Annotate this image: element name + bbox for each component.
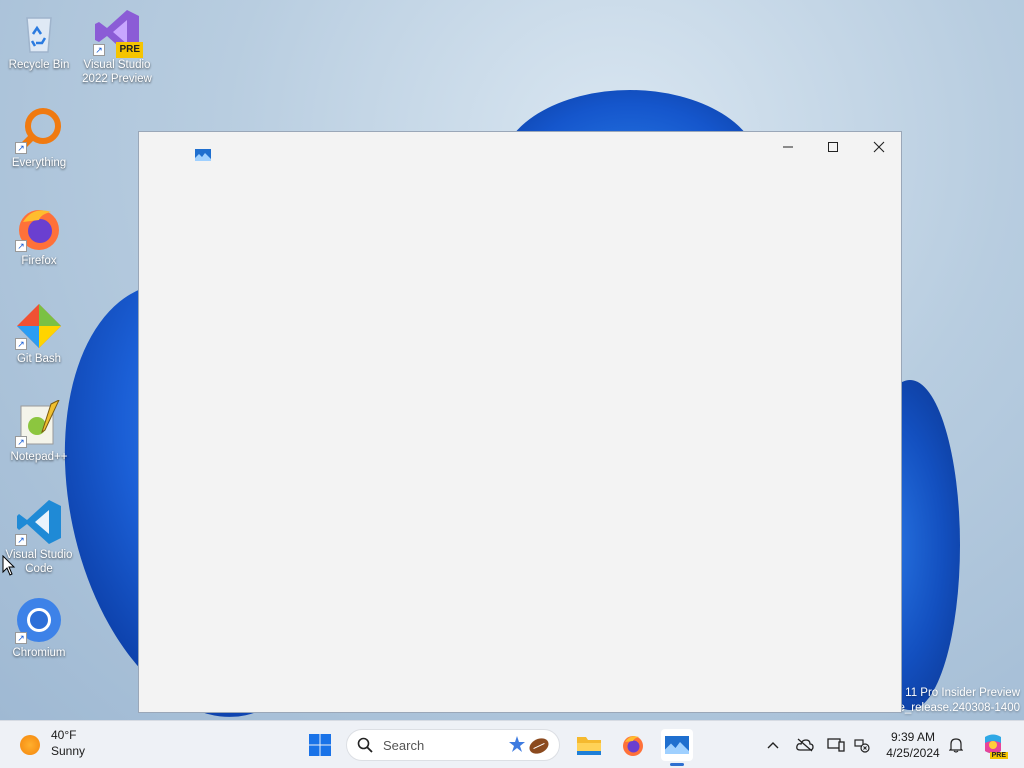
- clock-date: 4/25/2024: [886, 746, 940, 760]
- os-watermark: 11 Pro Insider Preview e_release.240308-…: [899, 686, 1021, 716]
- onedrive-icon: [796, 738, 814, 752]
- desktop-icon-everything[interactable]: ↗ Everything: [1, 106, 77, 170]
- start-button[interactable]: [304, 729, 336, 761]
- preview-badge: PRE: [116, 42, 143, 58]
- chromium-icon: ↗: [15, 596, 63, 644]
- notifications-button[interactable]: [946, 735, 966, 755]
- minimize-icon: [783, 146, 793, 148]
- shortcut-arrow-icon: ↗: [15, 338, 27, 350]
- chevron-up-icon: [767, 742, 779, 749]
- desktop-icon-label: Firefox: [21, 255, 57, 267]
- visual-studio-icon: PRE ↗: [93, 8, 143, 58]
- search-placeholder: Search: [383, 737, 425, 753]
- search-highlight-icon: [509, 736, 549, 754]
- taskbar-active-app[interactable]: [661, 729, 693, 761]
- sun-icon: [20, 735, 40, 755]
- recycle-bin-icon: [15, 8, 63, 56]
- vscode-icon: ↗: [15, 498, 63, 546]
- weather-widget[interactable]: 40°F Sunny: [20, 727, 85, 759]
- everything-search-icon: ↗: [15, 106, 63, 154]
- desktop-icon-label: Recycle Bin: [8, 59, 70, 71]
- desktop-icon-label: Everything: [11, 157, 67, 169]
- app-window[interactable]: [138, 131, 902, 713]
- weather-temperature: 40°F: [51, 728, 77, 742]
- firefox-icon: [623, 736, 643, 756]
- active-app-indicator: [670, 763, 684, 766]
- weather-condition: Sunny: [51, 744, 86, 758]
- desktop-icon-label: Visual Studio 2022 Preview: [82, 59, 152, 85]
- taskbar-clock[interactable]: 9:39 AM 4/25/2024: [880, 729, 946, 761]
- minimize-button[interactable]: [766, 133, 810, 161]
- git-bash-icon: ↗: [15, 302, 63, 350]
- close-icon: [873, 141, 885, 153]
- file-explorer-icon: [577, 737, 601, 755]
- shortcut-arrow-icon: ↗: [15, 240, 27, 252]
- mouse-cursor-icon: [2, 555, 16, 576]
- shortcut-arrow-icon: ↗: [15, 632, 27, 644]
- maximize-icon: [828, 142, 838, 152]
- firefox-icon: ↗: [15, 204, 63, 252]
- start-icon: [309, 734, 331, 756]
- desktop-icon-label: Chromium: [12, 647, 66, 659]
- search-icon: [357, 737, 373, 753]
- watermark-line-1: 11 Pro Insider Preview: [905, 687, 1020, 699]
- maximize-button[interactable]: [811, 133, 855, 161]
- close-button[interactable]: [857, 133, 901, 161]
- copilot-preview-badge: PRE: [989, 752, 1008, 759]
- image-app-icon: [665, 736, 689, 754]
- network-icon: [854, 739, 870, 753]
- network-tray[interactable]: [852, 735, 872, 755]
- display-tray[interactable]: [826, 735, 846, 755]
- clock-time: 9:39 AM: [890, 730, 936, 744]
- app-image-icon: [195, 149, 211, 161]
- notepad-plus-plus-icon: ↗: [15, 400, 63, 448]
- desktop-icon-label: Git Bash: [16, 353, 62, 365]
- taskbar-firefox[interactable]: [617, 729, 649, 761]
- desktop-icon-label: Notepad++: [10, 451, 68, 463]
- shortcut-arrow-icon: ↗: [93, 44, 105, 56]
- copilot-button[interactable]: PRE: [980, 732, 1008, 759]
- desktop-icon-notepad-plus-plus[interactable]: ↗ Notepad++: [1, 400, 77, 464]
- shortcut-arrow-icon: ↗: [15, 142, 27, 154]
- show-hidden-icons-button[interactable]: [763, 735, 783, 755]
- watermark-line-2: e_release.240308-1400: [898, 702, 1021, 714]
- desktop-icon-chromium[interactable]: ↗ Chromium: [1, 596, 77, 660]
- desktop-icon-firefox[interactable]: ↗ Firefox: [1, 204, 77, 268]
- desktop-icon-visual-studio-preview[interactable]: PRE ↗ Visual Studio 2022 Preview: [79, 8, 155, 86]
- desktop-icon-git-bash[interactable]: ↗ Git Bash: [1, 302, 77, 366]
- taskbar-search-box[interactable]: Search: [346, 729, 560, 761]
- notification-bell-icon: [949, 738, 963, 753]
- desktop-icon-recycle-bin[interactable]: Recycle Bin: [1, 8, 77, 72]
- display-icon: [827, 738, 845, 752]
- shortcut-arrow-icon: ↗: [15, 534, 27, 546]
- taskbar: 40°F Sunny Search 9:39 AM 4/25/2024 PRE: [0, 720, 1024, 768]
- taskbar-file-explorer[interactable]: [573, 729, 605, 761]
- shortcut-arrow-icon: ↗: [15, 436, 27, 448]
- onedrive-tray[interactable]: [795, 735, 815, 755]
